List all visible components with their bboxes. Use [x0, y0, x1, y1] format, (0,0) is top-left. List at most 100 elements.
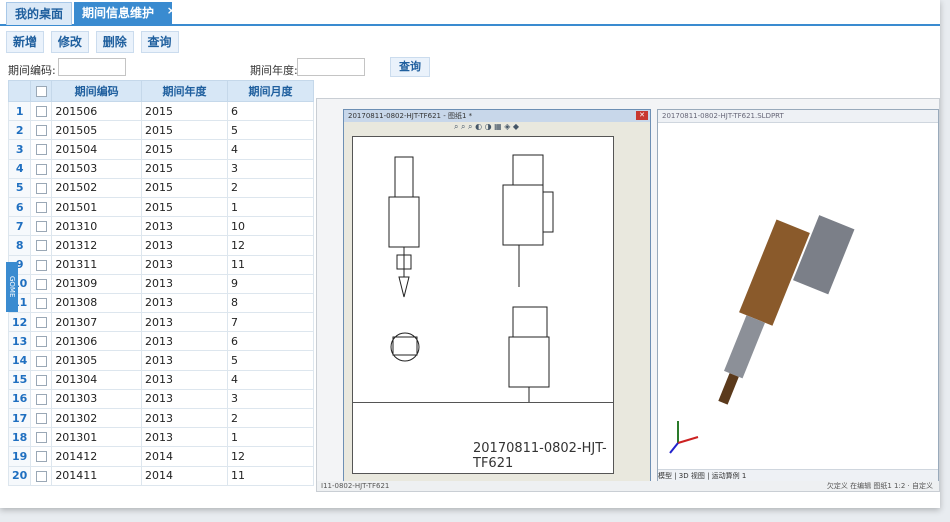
table-row[interactable]: 16 201303 2013 3 [7, 388, 315, 410]
table-row[interactable]: 20 201411 2014 11 [7, 465, 315, 486]
cell-year: 2015 [140, 139, 228, 160]
period-code-label: 期间编码: [8, 64, 56, 77]
row-checkbox[interactable] [35, 278, 47, 290]
cell-month: 1 [226, 196, 315, 218]
table-row[interactable]: 12 201307 2013 7 [7, 312, 315, 333]
row-checkbox[interactable] [35, 432, 47, 444]
row-checkbox-cell [30, 216, 53, 237]
row-checkbox[interactable] [35, 221, 47, 233]
table-row[interactable]: 11 201308 2013 8 [7, 292, 315, 314]
row-checkbox-cell [30, 446, 53, 467]
table-row[interactable]: 6 201501 2015 1 [7, 196, 315, 218]
table-header-row: 期间编码 期间年度 期间月度 [7, 80, 315, 102]
table-row[interactable]: 3 201504 2015 4 [7, 139, 315, 160]
row-number: 15 [7, 369, 32, 390]
row-checkbox[interactable] [35, 259, 47, 271]
cell-code: 201302 [51, 407, 142, 429]
column-header-year[interactable]: 期间年度 [140, 80, 228, 102]
period-code-input[interactable] [58, 58, 126, 76]
side-collapse-tab[interactable]: GOME [6, 262, 18, 312]
row-checkbox[interactable] [35, 125, 47, 137]
edit-button[interactable]: 修改 [50, 31, 89, 53]
table-row[interactable]: 10 201309 2013 9 [7, 273, 315, 294]
row-number-header [7, 80, 32, 102]
cell-month: 5 [226, 120, 315, 141]
close-icon[interactable]: × [167, 0, 176, 22]
row-checkbox[interactable] [35, 317, 47, 329]
table-row[interactable]: 15 201304 2013 4 [7, 369, 315, 390]
cell-code: 201501 [51, 196, 142, 218]
row-checkbox[interactable] [35, 393, 47, 405]
cell-month: 8 [226, 292, 315, 314]
cell-year: 2013 [140, 254, 228, 275]
cad-screenshot-image: 20170811-0802-HJT-TF621 - 图纸1 * ✕ ⌕ ⌕ ⌕ … [316, 98, 940, 492]
column-header-month[interactable]: 期间月度 [226, 80, 315, 102]
table-row[interactable]: 8 201312 2013 12 [7, 235, 315, 256]
row-checkbox-cell [30, 331, 53, 352]
row-checkbox-cell [30, 407, 53, 429]
status-right: 欠定义 在编辑 图纸1 1:2 · 自定义 [826, 482, 933, 490]
add-button[interactable]: 新增 [6, 31, 45, 53]
row-checkbox-cell [30, 388, 53, 410]
table-row[interactable]: 19 201412 2014 12 [7, 446, 315, 467]
row-number: 13 [7, 331, 32, 352]
tab-my-desktop[interactable]: 我的桌面 [6, 2, 73, 25]
cell-code: 201311 [51, 254, 142, 275]
query-button[interactable]: 查询 [140, 31, 179, 53]
tab-period-maintenance[interactable]: 期间信息维护 × [74, 2, 176, 24]
select-all-checkbox[interactable] [35, 86, 47, 97]
cell-code: 201307 [51, 312, 142, 333]
cell-year: 2013 [140, 273, 228, 294]
model-window: 20170811-0802-HJT-TF621.SLDPRT 模型 | 3D 视… [657, 109, 939, 483]
cell-month: 7 [226, 312, 315, 333]
cell-code: 201309 [51, 273, 142, 294]
close-icon: ✕ [636, 111, 648, 120]
row-checkbox[interactable] [35, 336, 47, 348]
row-number: 3 [7, 139, 32, 160]
row-checkbox[interactable] [35, 240, 47, 252]
delete-button[interactable]: 删除 [95, 31, 134, 53]
cell-year: 2013 [140, 312, 228, 333]
row-checkbox[interactable] [35, 413, 47, 425]
cell-code: 201303 [51, 388, 142, 410]
row-checkbox[interactable] [35, 163, 47, 175]
row-checkbox[interactable] [35, 144, 47, 156]
table-row[interactable]: 13 201306 2013 6 [7, 331, 315, 352]
table-row[interactable]: 9 201311 2013 11 [7, 254, 315, 275]
row-checkbox-cell [30, 273, 53, 294]
row-checkbox[interactable] [35, 182, 47, 194]
table-row[interactable]: 2 201505 2015 5 [7, 120, 315, 141]
cad-status-bar: I11-0802-HJT-TF621 欠定义 在编辑 图纸1 1:2 · 自定义 [317, 481, 939, 491]
row-checkbox[interactable] [35, 106, 47, 118]
table-row[interactable]: 7 201310 2013 10 [7, 216, 315, 237]
table-row[interactable]: 5 201502 2015 2 [7, 177, 315, 198]
cell-code: 201312 [51, 235, 142, 256]
table-row[interactable]: 1 201506 2015 6 [7, 100, 315, 122]
row-number: 20 [7, 465, 32, 486]
column-header-code[interactable]: 期间编码 [51, 80, 142, 102]
filter-query-button[interactable]: 查询 [390, 57, 430, 77]
cell-month: 11 [226, 465, 315, 486]
row-number: 14 [7, 350, 32, 371]
row-checkbox[interactable] [35, 451, 47, 463]
cell-month: 4 [226, 369, 315, 390]
table-row[interactable]: 4 201503 2015 3 [7, 158, 315, 179]
row-checkbox[interactable] [35, 297, 47, 309]
cell-month: 4 [226, 139, 315, 160]
row-checkbox[interactable] [35, 470, 47, 482]
table-row[interactable]: 17 201302 2013 2 [7, 407, 315, 429]
row-checkbox[interactable] [35, 374, 47, 386]
3d-model-svg [669, 215, 855, 454]
row-number: 17 [7, 407, 32, 429]
cell-year: 2015 [140, 120, 228, 141]
row-checkbox[interactable] [35, 355, 47, 367]
row-checkbox-cell [30, 465, 53, 486]
table-row[interactable]: 14 201305 2013 5 [7, 350, 315, 371]
table-row[interactable]: 18 201301 2013 1 [7, 427, 315, 448]
period-year-input[interactable] [297, 58, 365, 76]
tab-bar: 我的桌面 期间信息维护 × [0, 0, 940, 26]
row-checkbox[interactable] [35, 202, 47, 214]
cell-code: 201502 [51, 177, 142, 198]
filter-bar: 期间编码: 期间年度: 查询 [0, 57, 940, 78]
cell-year: 2015 [140, 158, 228, 179]
